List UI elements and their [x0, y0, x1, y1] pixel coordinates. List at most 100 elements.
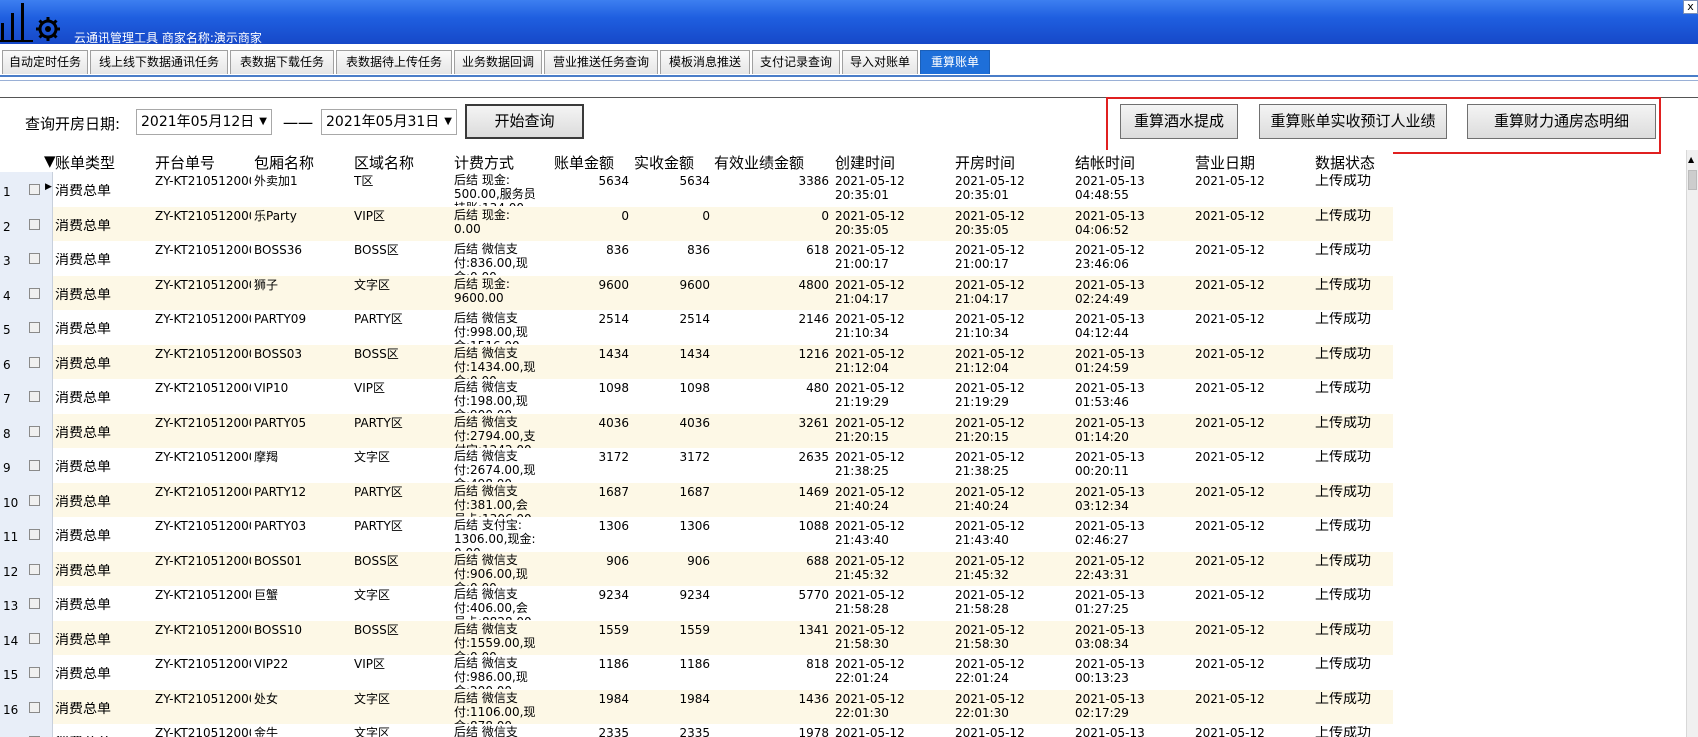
table-row[interactable]: 3 消费总单 ZY-KT2105120000BOSS36 BOSS区 后结 微信支 付:… — [0, 241, 1393, 276]
table-row[interactable]: 7 消费总单 ZY-KT2105120000VIP10 VIP区 后结 微信支 付:19… — [0, 379, 1393, 414]
tab-template-push[interactable]: 模板消息推送 — [660, 50, 750, 74]
row-checkbox[interactable] — [29, 667, 40, 678]
row-header[interactable]: 4 — [0, 275, 53, 311]
row-header[interactable]: 1 ▶ — [0, 172, 53, 207]
row-checkbox[interactable] — [29, 701, 40, 713]
col-header-effective[interactable]: 有效业绩金额 — [714, 152, 804, 173]
created-time-cell: 2021-05-12 21:58:28 — [835, 588, 905, 616]
tab-recalc-bill[interactable]: 重算账单 — [920, 50, 990, 74]
row-header[interactable]: 6 — [0, 344, 53, 380]
col-header-created[interactable]: 创建时间 — [835, 152, 895, 173]
row-checkbox[interactable] — [29, 391, 40, 402]
row-header[interactable]: 8 — [0, 413, 53, 449]
row-header[interactable]: 11 — [0, 517, 53, 552]
row-header[interactable]: 17 — [0, 724, 53, 737]
settled-time-cell: 2021-05-12 23:46:06 — [1075, 243, 1145, 271]
bill-amount-cell: 1186 — [598, 657, 629, 671]
row-header[interactable]: 10 — [0, 482, 53, 518]
col-header-bizdate[interactable]: 营业日期 — [1195, 152, 1255, 173]
row-header[interactable]: 9 — [0, 448, 53, 483]
row-number: 9 — [3, 461, 11, 475]
row-checkbox[interactable] — [29, 253, 40, 264]
tab-push-query[interactable]: 营业推送任务查询 — [544, 50, 658, 74]
tab-payment-query[interactable]: 支付记录查询 — [752, 50, 840, 74]
end-date-picker[interactable]: 2021年05月31日 ▼ — [321, 109, 457, 135]
row-checkbox[interactable] — [29, 563, 40, 575]
table-row[interactable]: 17消费总单ZY-KT2105120000金牛文字区后结 微信支 付:2335.… — [0, 724, 1393, 737]
row-header[interactable]: 5 — [0, 310, 53, 345]
row-header[interactable]: 2 — [0, 206, 53, 242]
col-header-settled[interactable]: 结帐时间 — [1075, 152, 1135, 173]
col-header-received[interactable]: 实收金额 — [634, 152, 694, 173]
created-time-cell: 2021-05-12 21:04:17 — [835, 277, 905, 306]
received-amount-cell: 1559 — [679, 622, 710, 637]
col-header-status[interactable]: 数据状态 — [1315, 152, 1375, 173]
row-checkbox[interactable] — [29, 529, 40, 540]
start-query-button[interactable]: 开始查询 — [465, 104, 584, 139]
col-header-amount[interactable]: 账单金额 — [554, 152, 614, 173]
row-checkbox[interactable] — [29, 494, 40, 506]
table-row[interactable]: 16 消费总单 ZY-KT2105120000处女 文字区 后结 微信支 付:1106.… — [0, 689, 1393, 725]
business-date-cell: 2021-05-12 — [1195, 588, 1265, 602]
tab-import-statement[interactable]: 导入对账单 — [842, 50, 918, 74]
col-header-no[interactable]: 开台单号 — [155, 152, 215, 173]
tab-download-task[interactable]: 表数据下载任务 — [230, 50, 334, 74]
tab-pending-upload[interactable]: 表数据待上传任务 — [336, 50, 452, 74]
tab-sync-task[interactable]: 线上线下数据通讯任务 — [90, 50, 228, 74]
received-amount-cell: 1434 — [679, 346, 710, 361]
start-date-picker[interactable]: 2021年05月12日 ▼ — [136, 109, 272, 135]
row-checkbox[interactable] — [29, 356, 40, 368]
row-checkbox[interactable] — [29, 425, 40, 437]
chevron-down-icon[interactable]: ▼ — [259, 110, 267, 134]
row-header[interactable]: 13 — [0, 586, 53, 621]
bill-no-cell: ZY-KT2105120000 — [155, 588, 251, 602]
tab-callback[interactable]: 业务数据回调 — [454, 50, 542, 74]
row-header[interactable]: 7 — [0, 379, 53, 414]
row-checkbox[interactable] — [29, 598, 40, 609]
window-title: 云通讯管理工具 商家名称:演示商家 — [74, 31, 262, 45]
scroll-thumb[interactable] — [1688, 170, 1697, 190]
table-row[interactable]: 11 消费总单 ZY-KT2105120000PARTY03 PARTY区 后结 支付宝… — [0, 517, 1393, 552]
col-header-type[interactable]: 账单类型 — [55, 152, 115, 173]
table-row[interactable]: 5 消费总单 ZY-KT2105120000PARTY09 PARTY区 后结 微信支 … — [0, 310, 1393, 345]
settled-time-cell: 2021-05-13 04:06:52 — [1075, 208, 1145, 237]
table-row[interactable]: 8 消费总单 ZY-KT2105120000PARTY05 PARTY区 后结 微信支 … — [0, 413, 1393, 449]
row-header[interactable]: 15 — [0, 655, 53, 690]
table-row[interactable]: 9 消费总单 ZY-KT2105120000摩羯 文字区 后结 微信支 付:2674.0… — [0, 448, 1393, 483]
effective-amount-cell: 688 — [806, 553, 829, 568]
col-header-room[interactable]: 包厢名称 — [254, 152, 314, 173]
sort-indicator-icon[interactable]: ▼ — [44, 152, 56, 170]
row-checkbox[interactable] — [29, 322, 40, 333]
created-time-cell: 2021-05-12 22:05:41 — [835, 726, 905, 737]
row-header[interactable]: 3 — [0, 241, 53, 276]
table-row[interactable]: 4 消费总单 ZY-KT2105120000狮子 文字区 后结 现金: 9600.00 9… — [0, 275, 1393, 311]
scroll-up-icon[interactable]: ▲ — [1688, 155, 1694, 164]
row-header[interactable]: 14 — [0, 620, 53, 656]
col-header-pay[interactable]: 计费方式 — [454, 152, 514, 173]
bill-no-cell: ZY-KT2105120000 — [155, 346, 251, 361]
table-row[interactable]: 10 消费总单 ZY-KT2105120000PARTY12 PARTY区 后结 微信支… — [0, 482, 1393, 518]
bill-no-cell: ZY-KT2105120000 — [155, 622, 251, 637]
col-header-area[interactable]: 区域名称 — [354, 152, 414, 173]
vertical-scrollbar[interactable]: ▲ — [1686, 150, 1698, 737]
bill-grid[interactable]: ▼ 账单类型 开台单号 包厢名称 区域名称 计费方式 账单金额 实收金额 有效业… — [0, 150, 1698, 737]
col-header-opened[interactable]: 开房时间 — [955, 152, 1015, 173]
table-row[interactable]: 6 消费总单 ZY-KT2105120000BOSS03 BOSS区 后结 微信支 付:… — [0, 344, 1393, 380]
row-header[interactable]: 16 — [0, 689, 53, 725]
table-row[interactable]: 15 消费总单 ZY-KT2105120000VIP22 VIP区 后结 微信支 付:9… — [0, 655, 1393, 690]
row-header[interactable]: 12 — [0, 551, 53, 587]
row-checkbox[interactable] — [29, 184, 40, 195]
area-name-cell: BOSS区 — [354, 553, 399, 568]
table-row[interactable]: 2 消费总单 ZY-KT2105120000乐Party VIP区 后结 现金: 0.0… — [0, 206, 1393, 242]
table-row[interactable]: 1▶消费总单ZY-KT2105120000外卖加1T区后结 现金: 500.00… — [0, 172, 1393, 207]
table-row[interactable]: 13 消费总单 ZY-KT2105120000巨蟹 文字区 后结 微信支 付:406.0… — [0, 586, 1393, 621]
close-button[interactable]: x — [1683, 0, 1698, 14]
row-checkbox[interactable] — [29, 218, 40, 230]
chevron-down-icon[interactable]: ▼ — [444, 110, 452, 134]
table-row[interactable]: 14 消费总单 ZY-KT2105120000BOSS10 BOSS区 后结 微信支 付… — [0, 620, 1393, 656]
tab-auto-task[interactable]: 自动定时任务 — [2, 50, 88, 74]
table-row[interactable]: 12 消费总单 ZY-KT2105120000BOSS01 BOSS区 后结 微信支 付… — [0, 551, 1393, 587]
row-checkbox[interactable] — [29, 287, 40, 299]
row-checkbox[interactable] — [29, 632, 40, 644]
row-checkbox[interactable] — [29, 460, 40, 471]
